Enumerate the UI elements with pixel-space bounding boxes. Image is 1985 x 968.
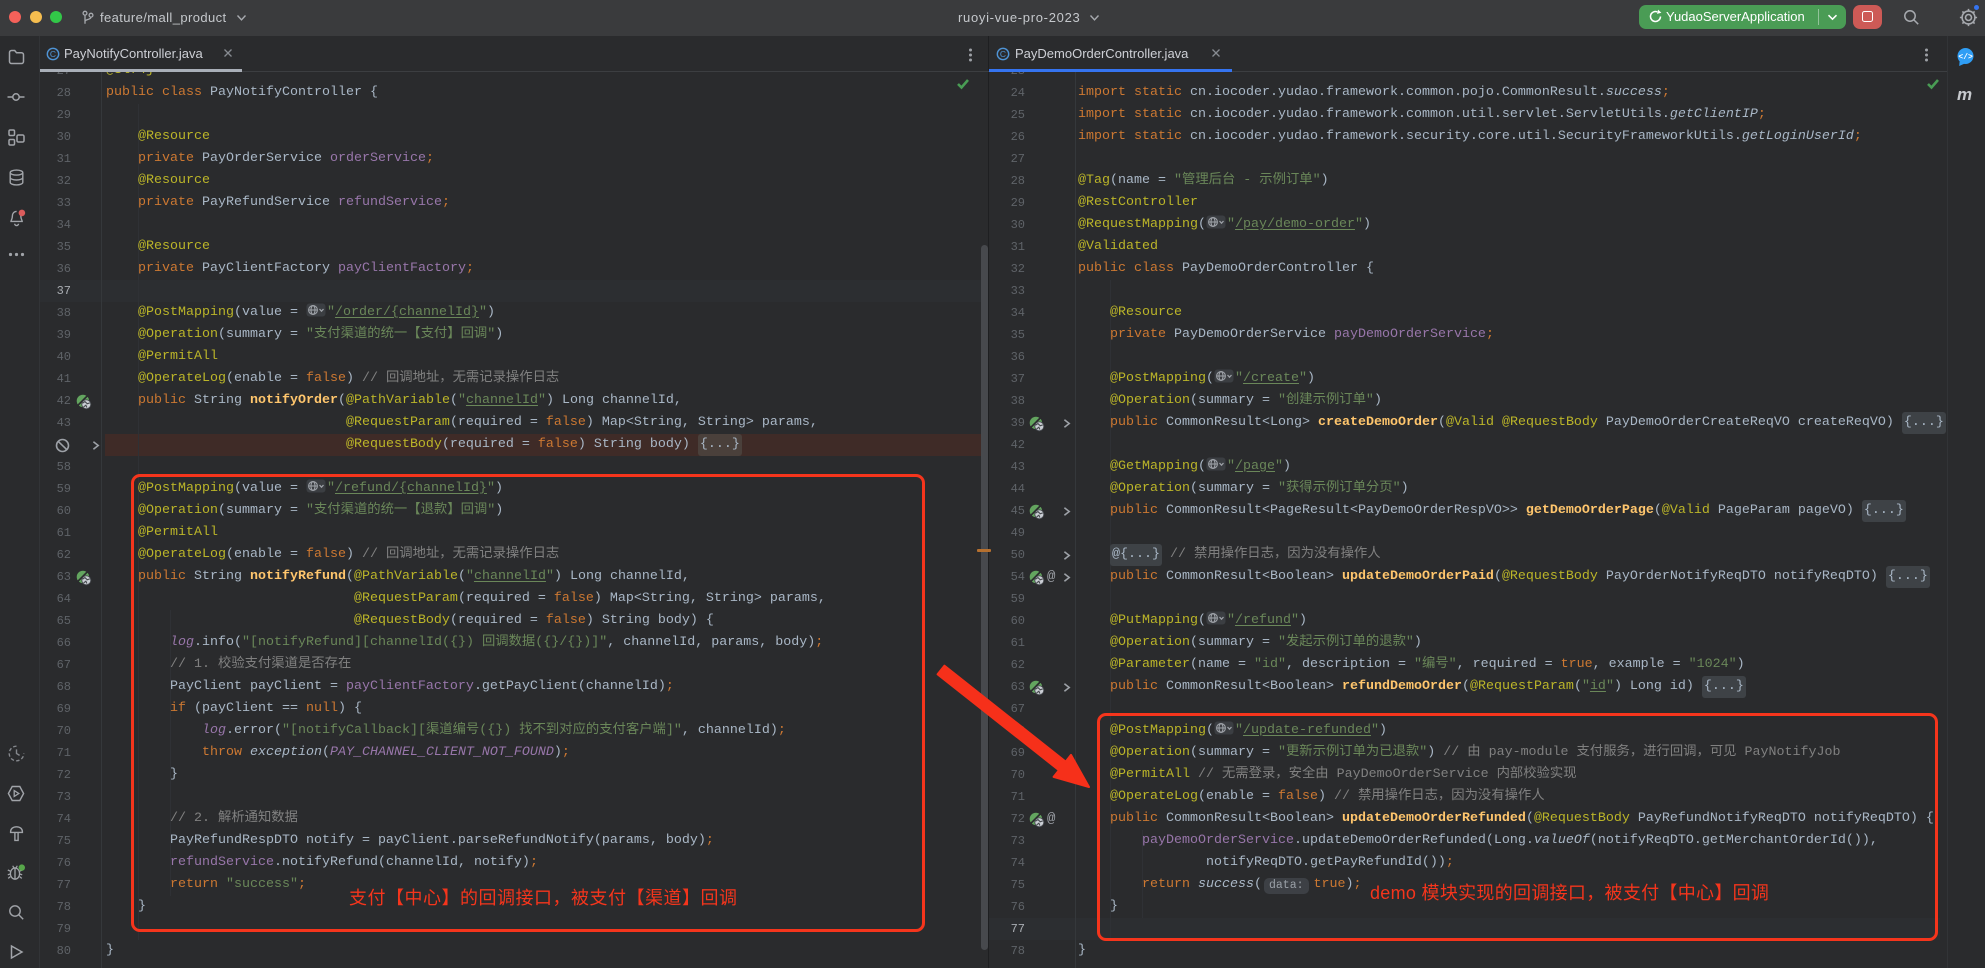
svg-text:C: C bbox=[50, 49, 56, 59]
svg-text:</>: </> bbox=[1958, 53, 1973, 62]
svg-text:C: C bbox=[1000, 49, 1006, 59]
